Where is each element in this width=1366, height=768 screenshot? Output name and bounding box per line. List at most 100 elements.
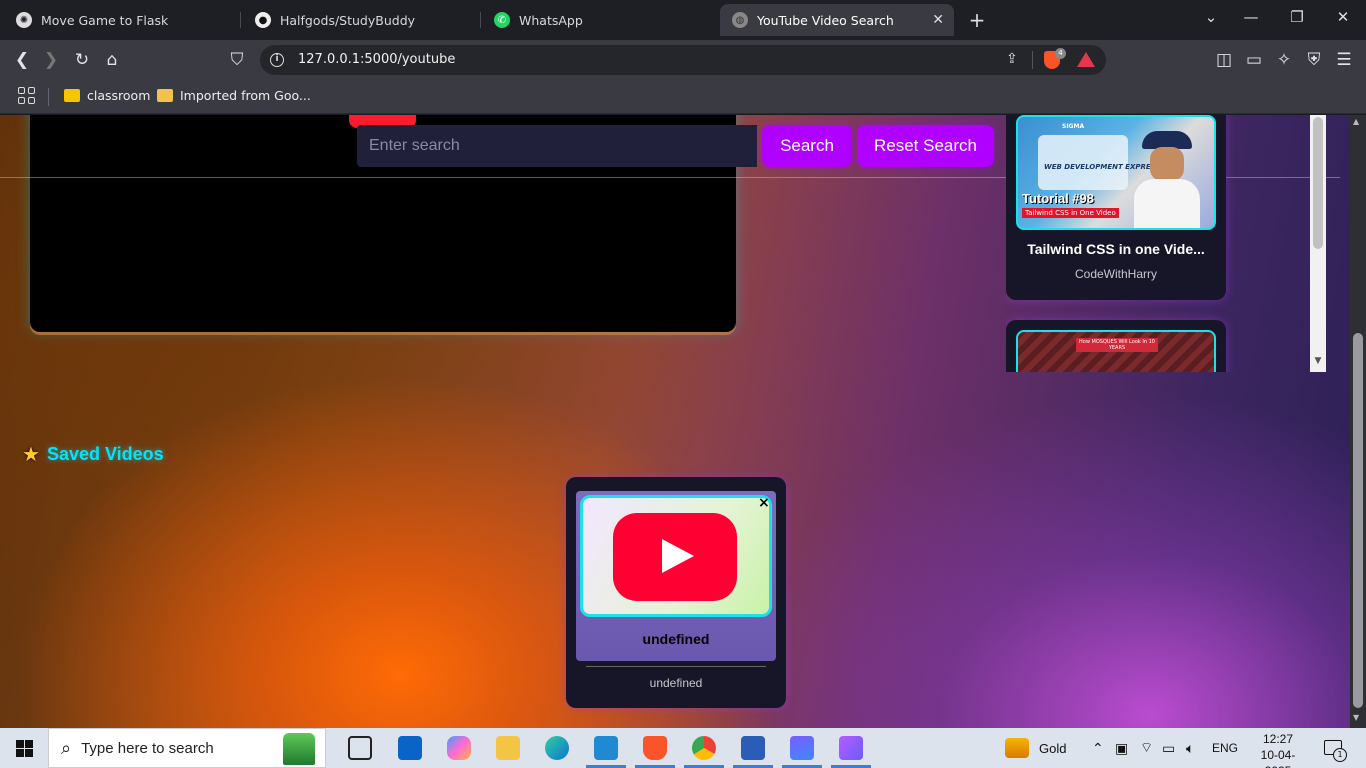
- url-divider: [1032, 51, 1033, 69]
- tab-label: YouTube Video Search: [757, 12, 894, 28]
- search-icon: ⌕: [61, 737, 72, 759]
- scroll-down-arrow-icon[interactable]: ▼: [1353, 713, 1359, 722]
- taskbar-search-box[interactable]: ⌕ Type here to search: [48, 728, 326, 768]
- minimize-button[interactable]: —: [1241, 8, 1261, 26]
- tab-label: Move Game to Flask: [41, 12, 169, 28]
- forward-icon[interactable]: ❯: [40, 49, 62, 71]
- results-scrollbar-thumb[interactable]: [1313, 117, 1323, 249]
- scroll-down-arrow-icon[interactable]: ▼: [1313, 356, 1323, 366]
- wifi-icon[interactable]: ⌔: [1140, 728, 1153, 768]
- tab-label: Halfgods/StudyBuddy: [280, 12, 416, 28]
- globe-icon: ◍: [732, 12, 748, 28]
- vpn-icon[interactable]: ⛨: [1303, 49, 1325, 71]
- file-explorer-icon[interactable]: [496, 736, 520, 760]
- page-scrollbar[interactable]: ▲ ▼: [1350, 115, 1366, 728]
- bookmark-imported-folder[interactable]: Imported from Goo...: [157, 88, 311, 103]
- brave-rewards-icon[interactable]: [1077, 52, 1095, 67]
- windows-taskbar: ⌕ Type here to search Gold ⌃ ▣ ⌔ ▭ 🔈︎ EN…: [0, 728, 1366, 768]
- thumbnail-heading: Tutorial #98: [1022, 191, 1095, 206]
- thumbnail-brand: SIGMA: [1062, 123, 1085, 130]
- weather-widget[interactable]: Gold: [1005, 728, 1066, 768]
- copilot-icon[interactable]: [447, 736, 471, 760]
- youtube-logo-icon: [613, 513, 737, 601]
- pilot-uniform: [1134, 179, 1200, 228]
- vscode-icon[interactable]: [586, 736, 626, 768]
- saved-videos-title: Saved Videos: [46, 443, 164, 464]
- taskbar-clock[interactable]: 12:27 10-04-2025: [1253, 731, 1303, 768]
- wallet-icon[interactable]: ▭: [1243, 49, 1265, 71]
- apps-grid-icon[interactable]: [18, 87, 35, 104]
- tab-separator: [480, 12, 481, 28]
- language-indicator[interactable]: ENG: [1212, 728, 1238, 768]
- bookmarks-separator: [48, 88, 49, 106]
- saved-video-thumbnail[interactable]: [580, 495, 772, 617]
- remove-saved-button[interactable]: ×: [758, 495, 770, 511]
- browser-tab-strip: ✺ Move Game to Flask ● Halfgods/StudyBud…: [0, 0, 1366, 40]
- url-text[interactable]: 127.0.0.1:5000/youtube: [298, 52, 455, 67]
- tab-separator: [240, 12, 241, 28]
- result-channel: CodeWithHarry: [1074, 267, 1158, 281]
- bookmarks-bar: classroom Imported from Goo...: [0, 80, 1366, 114]
- pilot-face: [1150, 147, 1184, 181]
- sidebar-icon[interactable]: ◫: [1213, 49, 1235, 71]
- edge-icon[interactable]: [545, 736, 569, 760]
- brave-icon[interactable]: [635, 736, 675, 768]
- share-icon[interactable]: ⇪: [1006, 51, 1018, 67]
- thumbnail-subtext: Tailwind CSS in One Video: [1022, 208, 1119, 218]
- onedrive-icon[interactable]: ▣: [1115, 728, 1128, 768]
- tab-studybuddy[interactable]: ● Halfgods/StudyBuddy: [243, 4, 479, 36]
- menu-icon[interactable]: ☰: [1333, 49, 1355, 71]
- bookmark-classroom[interactable]: classroom: [64, 88, 150, 103]
- gold-icon: [1005, 738, 1029, 758]
- search-input[interactable]: [357, 125, 757, 167]
- result-card[interactable]: How MOSQUES Will Look In 10 YEARS: [1006, 320, 1226, 372]
- tab-label: WhatsApp: [519, 12, 583, 28]
- home-icon[interactable]: ⌂: [101, 49, 123, 71]
- restore-button[interactable]: ❐: [1287, 8, 1307, 26]
- address-bar[interactable]: i 127.0.0.1:5000/youtube ⇪ 4: [260, 45, 1106, 75]
- saved-video-title: undefined: [642, 631, 710, 647]
- tab-search-chevron-icon[interactable]: ⌄: [1201, 8, 1221, 26]
- tab-move-game-to-flask[interactable]: ✺ Move Game to Flask: [4, 4, 240, 36]
- clock-date: 10-04-2025: [1260, 748, 1296, 768]
- bookmark-icon[interactable]: ⛉: [226, 49, 248, 71]
- weather-label: Gold: [1039, 740, 1067, 756]
- site-info-icon[interactable]: i: [270, 53, 284, 67]
- result-thumbnail[interactable]: How MOSQUES Will Look In 10 YEARS: [1016, 330, 1216, 372]
- search-button[interactable]: Search: [762, 125, 852, 167]
- page-scrollbar-thumb[interactable]: [1353, 333, 1363, 708]
- result-thumbnail[interactable]: SIGMA WEB DEVELOPMENT EXPRESS Tutorial #…: [1016, 115, 1216, 230]
- battery-icon[interactable]: ▭: [1162, 728, 1175, 768]
- saved-video-inner: × undefined: [576, 491, 776, 661]
- result-card[interactable]: SIGMA WEB DEVELOPMENT EXPRESS Tutorial #…: [1006, 115, 1226, 300]
- chrome-icon[interactable]: [684, 736, 724, 768]
- photos-icon[interactable]: [831, 736, 871, 768]
- brave-shields-count: 4: [1055, 48, 1066, 59]
- bookmark-label: Imported from Goo...: [180, 88, 311, 103]
- scroll-up-arrow-icon[interactable]: ▲: [1353, 117, 1359, 126]
- close-window-button[interactable]: ✕: [1333, 8, 1353, 26]
- result-title[interactable]: Tailwind CSS in one Vide...: [1006, 241, 1226, 257]
- results-list: SIGMA WEB DEVELOPMENT EXPRESS Tutorial #…: [1006, 115, 1326, 372]
- outlook-icon[interactable]: [398, 736, 422, 760]
- search-highlight-icon: [283, 733, 315, 765]
- browser-toolbar: ❮ ❯ ↻ ⌂ ⛉ i 127.0.0.1:5000/youtube ⇪ 4 ◫…: [0, 40, 1366, 80]
- volume-icon[interactable]: 🔈︎: [1186, 728, 1194, 768]
- reset-search-button[interactable]: Reset Search: [857, 125, 994, 167]
- word-icon[interactable]: [733, 736, 773, 768]
- windows-start-icon[interactable]: [16, 740, 33, 757]
- star-icon: ★: [22, 442, 40, 466]
- tab-youtube-video-search[interactable]: ◍ YouTube Video Search ✕: [720, 4, 954, 36]
- reload-icon[interactable]: ↻: [71, 49, 93, 71]
- show-hidden-icons-chevron-icon[interactable]: ⌃: [1092, 728, 1104, 768]
- back-icon[interactable]: ❮: [11, 49, 33, 71]
- app-icon[interactable]: [782, 736, 822, 768]
- openai-icon: ✺: [16, 12, 32, 28]
- saved-video-card[interactable]: × undefined undefined: [566, 477, 786, 708]
- new-tab-button[interactable]: +: [966, 8, 988, 32]
- tab-whatsapp[interactable]: ✆ WhatsApp: [482, 4, 718, 36]
- thumbnail-person: [1132, 131, 1202, 228]
- leo-ai-icon[interactable]: ✧: [1273, 49, 1295, 71]
- task-view-icon[interactable]: [348, 736, 372, 760]
- close-tab-icon[interactable]: ✕: [932, 12, 944, 28]
